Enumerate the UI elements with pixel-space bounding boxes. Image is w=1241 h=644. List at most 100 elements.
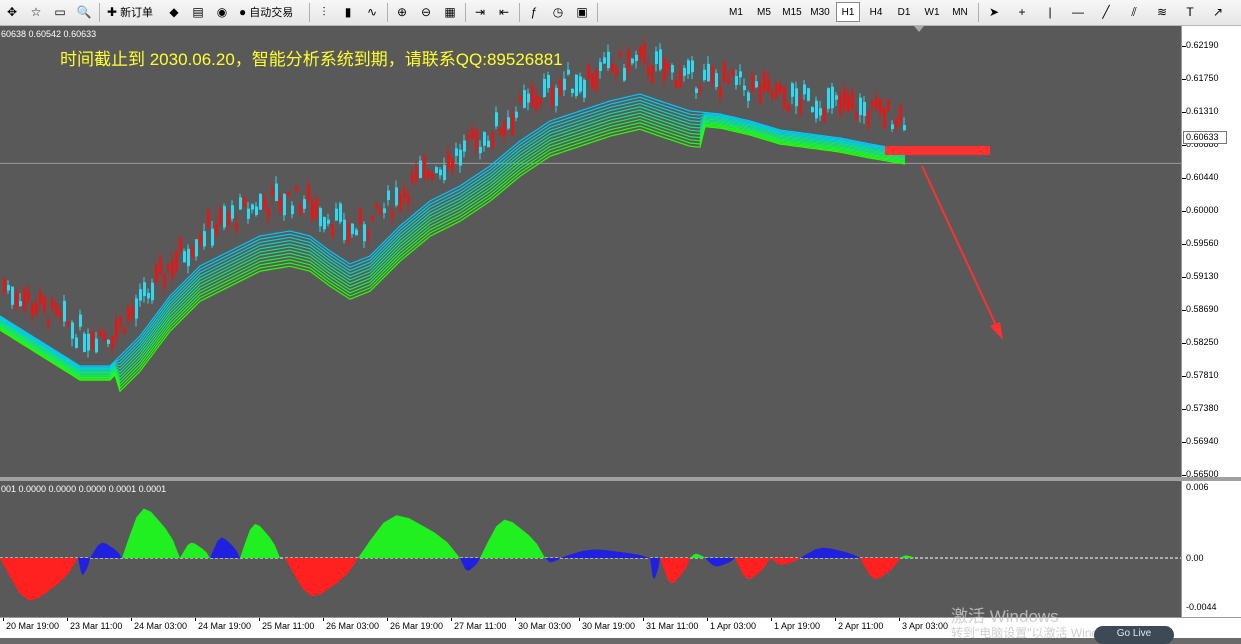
trendline-tool-icon[interactable]: ╱ [1096, 2, 1116, 22]
candle-body [275, 183, 278, 202]
candle-body [771, 93, 774, 98]
candle-body [263, 197, 266, 210]
timeframe-w1-button[interactable]: W1 [920, 2, 944, 22]
price-chart-canvas[interactable] [0, 26, 1181, 477]
candle-body [283, 194, 286, 216]
oscillator-axis[interactable]: 0.006 0.00 -0.0044 [1181, 481, 1241, 617]
candle-body [759, 84, 762, 104]
auto-trading-button[interactable]: ● 自动交易 [236, 2, 296, 22]
auto-trading-label: 自动交易 [249, 7, 294, 19]
candle-body [95, 338, 98, 353]
candle-body [627, 50, 630, 72]
candle-body [503, 121, 506, 136]
candle-body [91, 330, 94, 350]
candle-body [695, 88, 698, 93]
fibonacci-tool-icon[interactable]: ≋ [1152, 2, 1172, 22]
price-axis-label: 0.56940 [1186, 436, 1219, 446]
oscillator-canvas[interactable] [0, 481, 1181, 617]
candle-body [175, 251, 178, 271]
timeframe-h1-button[interactable]: H1 [836, 2, 860, 22]
candle-body [591, 73, 594, 89]
data-window-icon[interactable]: ▤ [188, 2, 208, 22]
histogram-segment [460, 558, 480, 571]
candle-body [463, 140, 466, 152]
timeframe-h4-button[interactable]: H4 [864, 2, 888, 22]
candle-body [199, 234, 202, 246]
oscillator-pane[interactable]: 001 0.0000 0.0000 0.0000 0.0001 0.0001 [0, 481, 1181, 617]
timeframe-m5-button[interactable]: M5 [752, 2, 776, 22]
line-chart-icon[interactable]: ∿ [362, 2, 382, 22]
candle-body [47, 320, 50, 326]
candle-body [347, 223, 350, 242]
candle-body [355, 229, 358, 236]
ema-ribbon-line [0, 112, 906, 377]
zoom-tool-icon[interactable]: 🔍 [74, 2, 94, 22]
candle-body [131, 306, 134, 318]
indicators-icon[interactable]: ƒ [524, 2, 544, 22]
candle-body [295, 185, 298, 192]
candle-body [635, 54, 638, 61]
histogram-segment [545, 558, 560, 563]
timeframe-m15-button[interactable]: M15 [780, 2, 804, 22]
timeframe-d1-button[interactable]: D1 [892, 2, 916, 22]
candle-body [555, 87, 558, 106]
timeframe-m30-button[interactable]: M30 [808, 2, 832, 22]
cursor-tool-icon[interactable]: ➤ [984, 2, 1004, 22]
bar-chart-icon[interactable]: ⫶ [314, 2, 334, 22]
channel-tool-icon[interactable]: ⫽ [1124, 2, 1144, 22]
candle-body [155, 265, 158, 283]
zoom-out-icon[interactable]: ⊖ [416, 2, 436, 22]
candle-body [247, 208, 250, 219]
candle-body [271, 188, 274, 196]
timeframe-m1-button[interactable]: M1 [724, 2, 748, 22]
crosshair-tool-icon[interactable]: + [1012, 2, 1032, 22]
vertical-line-tool-icon[interactable]: | [1040, 2, 1060, 22]
auto-scroll-icon[interactable]: ⇥ [470, 2, 490, 22]
candle-body [147, 292, 150, 299]
templates-icon[interactable]: ▣ [572, 2, 592, 22]
candle-body [431, 173, 434, 180]
candle-body [651, 65, 654, 84]
go-live-button[interactable]: Go Live [1094, 626, 1174, 644]
market-watch-icon[interactable]: ◆ [164, 2, 184, 22]
candle-body [603, 57, 606, 64]
price-axis[interactable]: 0.62190 0.61750 0.61310 0.60880 0.60440 0.600… [1181, 26, 1241, 479]
candle-body [7, 285, 10, 291]
candle-body [547, 75, 550, 89]
candle-body [71, 322, 74, 339]
candle-body [559, 79, 562, 96]
candle-body [231, 205, 234, 219]
text-tool-icon[interactable]: T [1180, 2, 1200, 22]
favorites-icon[interactable]: ☆ [26, 2, 46, 22]
candle-body [583, 79, 586, 98]
candle-body [187, 248, 190, 267]
time-axis-label: 27 Mar 11:00 [454, 621, 507, 631]
candle-body [451, 157, 454, 171]
time-axis-tick [515, 618, 516, 621]
candle-body [259, 193, 262, 210]
candle-body [903, 125, 906, 131]
new-order-button[interactable]: ✚ 新订单 [104, 2, 156, 22]
tile-windows-icon[interactable]: ▦ [440, 2, 460, 22]
candle-body [327, 219, 330, 224]
window-icon[interactable]: ▭ [50, 2, 70, 22]
candle-body [243, 197, 246, 208]
price-chart[interactable]: 60638 0.60542 0.60633 时间截止到 2030.06.20，智… [0, 26, 1181, 477]
periods-icon[interactable]: ◷ [548, 2, 568, 22]
candle-body [399, 194, 402, 211]
candle-chart-icon[interactable]: ▮ [338, 2, 358, 22]
terminal-icon[interactable]: ◉ [212, 2, 232, 22]
candle-body [351, 223, 354, 234]
candle-body [563, 78, 566, 91]
crosshair-nav-icon[interactable]: ✥ [2, 2, 22, 22]
histogram-segment [122, 508, 180, 558]
arrow-tool-icon[interactable]: ↗ [1208, 2, 1228, 22]
candle-body [579, 76, 582, 92]
chart-shift-icon[interactable]: ⇤ [494, 2, 514, 22]
time-axis-tick [387, 618, 388, 621]
zoom-in-icon[interactable]: ⊕ [392, 2, 412, 22]
candle-body [303, 199, 306, 209]
horizontal-line-tool-icon[interactable]: — [1068, 2, 1088, 22]
candle-body [811, 107, 814, 113]
timeframe-mn-button[interactable]: MN [948, 2, 972, 22]
